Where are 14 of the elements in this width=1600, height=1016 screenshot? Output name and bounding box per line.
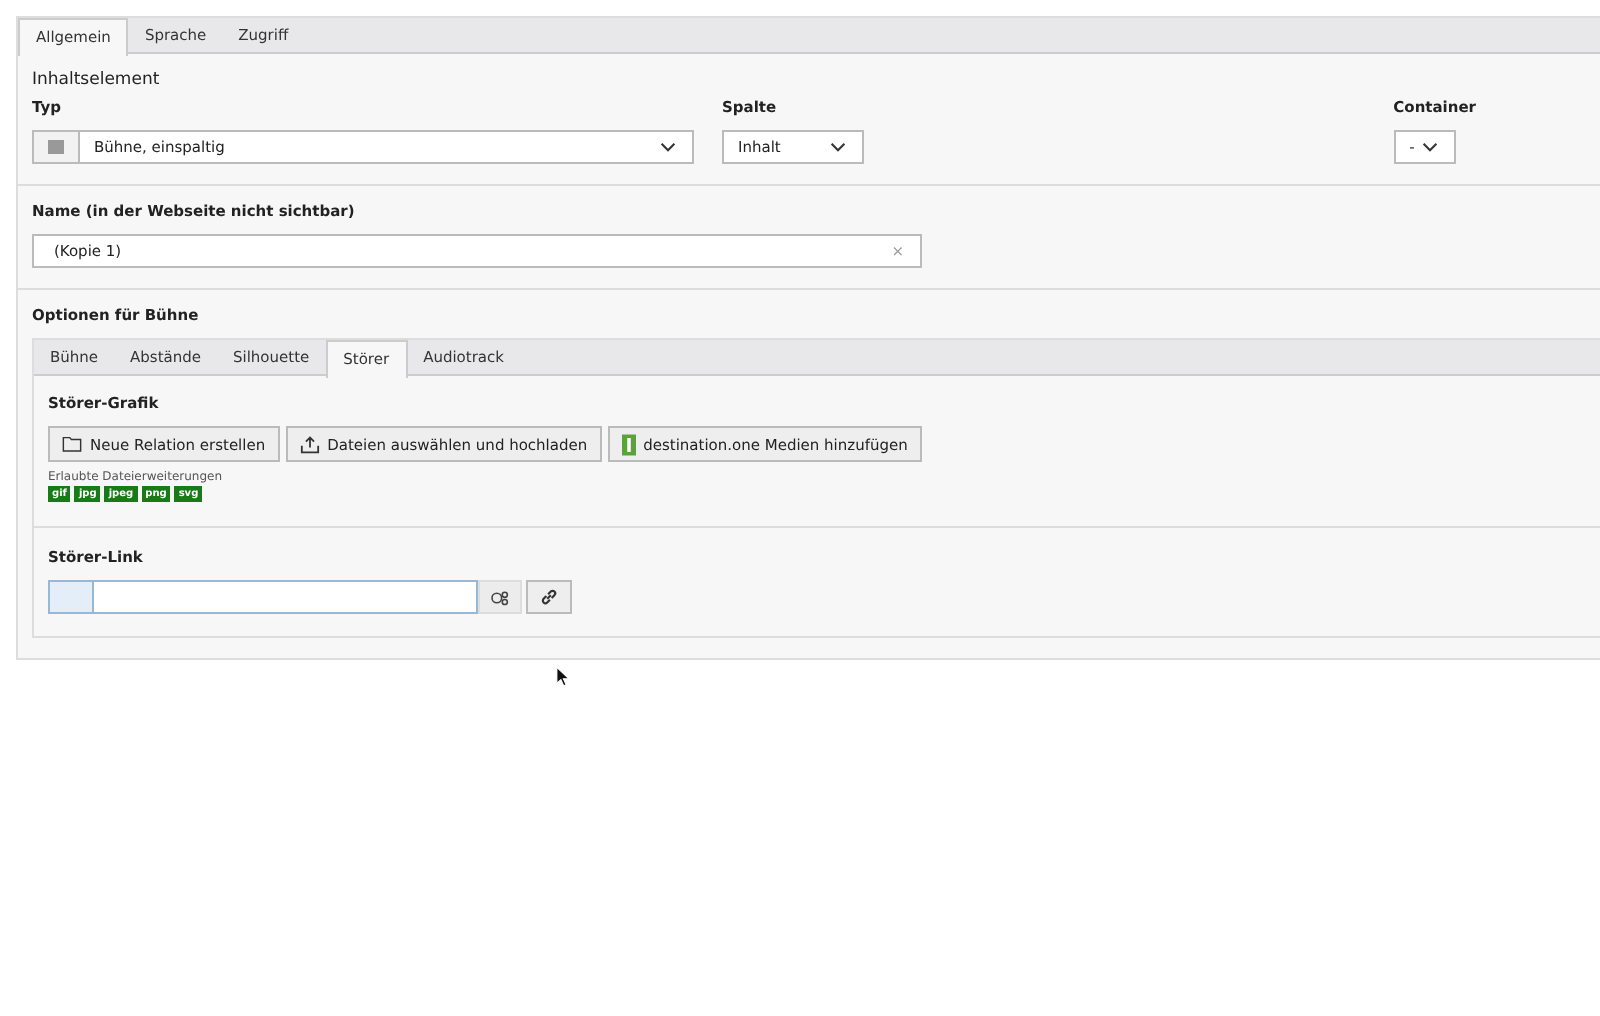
logo-icon [621,433,636,455]
upload-icon [299,435,320,453]
folder-icon [62,436,82,452]
content-type-icon [48,140,64,154]
link-options-icon [490,589,510,605]
link-icon [540,588,558,606]
link-button[interactable] [526,580,572,614]
chevron-down-icon [660,142,676,152]
link-input[interactable] [48,580,478,614]
mouse-cursor-icon [556,666,570,688]
link-browser-button[interactable] [478,580,522,614]
chevron-down-icon [1421,142,1438,152]
chevron-down-icon [830,142,846,152]
section-title: Inhaltselement [32,70,162,90]
